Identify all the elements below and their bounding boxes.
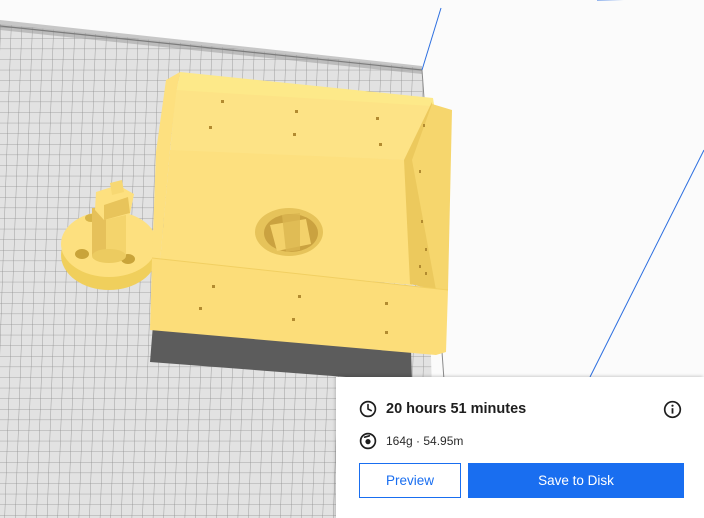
- clock-icon: [359, 400, 377, 418]
- print-summary-panel: 20 hours 51 minutes 164g · 54.95m Previe…: [336, 377, 704, 518]
- material-usage-row: 164g · 54.95m: [359, 432, 463, 450]
- print-time: 20 hours 51 minutes: [386, 401, 527, 417]
- info-icon[interactable]: [663, 400, 682, 419]
- material-usage: 164g · 54.95m: [386, 434, 464, 448]
- preview-button[interactable]: Preview: [359, 463, 461, 498]
- filament-spool-icon: [359, 432, 377, 450]
- box-model[interactable]: [150, 72, 452, 355]
- print-time-row: 20 hours 51 minutes: [359, 400, 526, 418]
- save-to-disk-button[interactable]: Save to Disk: [468, 463, 684, 498]
- build-volume-outline: [421, 0, 704, 378]
